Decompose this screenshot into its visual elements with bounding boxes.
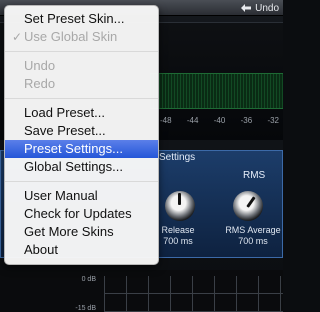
menu-item-redo: Redo	[24, 76, 56, 91]
undo-button[interactable]: Undo	[235, 1, 283, 15]
menu-item-save-preset[interactable]: Save Preset...	[5, 122, 158, 140]
menu-item-label: Use Global Skin	[24, 29, 118, 44]
release-knob[interactable]	[165, 191, 195, 221]
rms-average-knob[interactable]	[233, 191, 263, 221]
menu-item-about[interactable]: About	[5, 241, 158, 259]
settings-title: Settings	[159, 152, 196, 163]
rms-title: RMS	[243, 170, 266, 181]
rms-average-label: RMS Average	[225, 225, 281, 235]
undo-label: Undo	[255, 2, 279, 14]
menu-item-use-global-skin: ✓ Use Global Skin	[5, 28, 158, 46]
menu-item-check-for-updates[interactable]: Check for Updates	[5, 205, 158, 223]
menu-item-user-manual[interactable]: User Manual	[5, 187, 158, 205]
menu-item-load-preset[interactable]: Load Preset...	[5, 104, 158, 122]
menu-item-get-more-skins[interactable]: Get More Skins	[5, 223, 158, 241]
release-label: Release	[161, 225, 195, 235]
release-knob-label: Release 700 ms	[153, 225, 203, 247]
undo-arrow-icon	[241, 3, 252, 13]
menu-separator	[5, 98, 158, 99]
menu-item-undo: Undo	[24, 58, 56, 73]
menu-separator	[5, 51, 158, 52]
meter-tick: -40	[213, 116, 226, 125]
rms-average-knob-label: RMS Average 700 ms	[219, 225, 287, 247]
meter-tick: -48	[160, 116, 172, 125]
level-meter	[150, 73, 283, 109]
menu-separator	[5, 181, 158, 182]
meter-tick: -36	[240, 116, 253, 125]
meter-tick: -32	[267, 116, 279, 125]
meter-scale: -48 -44 -40 -36 -32	[150, 116, 283, 130]
menu-item-preset-settings[interactable]: Preset Settings...	[5, 140, 158, 158]
release-value: 700 ms	[163, 236, 193, 246]
checkmark-icon: ✓	[12, 30, 23, 44]
graph-grid	[104, 276, 283, 312]
db-label: -15 dB	[75, 305, 96, 312]
rms-average-value: 700 ms	[238, 236, 268, 246]
db-label: 0 dB	[81, 276, 96, 283]
menu-item-set-preset-skin[interactable]: Set Preset Skin...	[5, 10, 158, 28]
menu-item-global-settings[interactable]: Global Settings...	[5, 158, 158, 176]
meter-tick: -44	[186, 116, 199, 125]
context-menu: Set Preset Skin... ✓ Use Global Skin Und…	[4, 5, 159, 265]
graph-panel	[0, 270, 283, 312]
